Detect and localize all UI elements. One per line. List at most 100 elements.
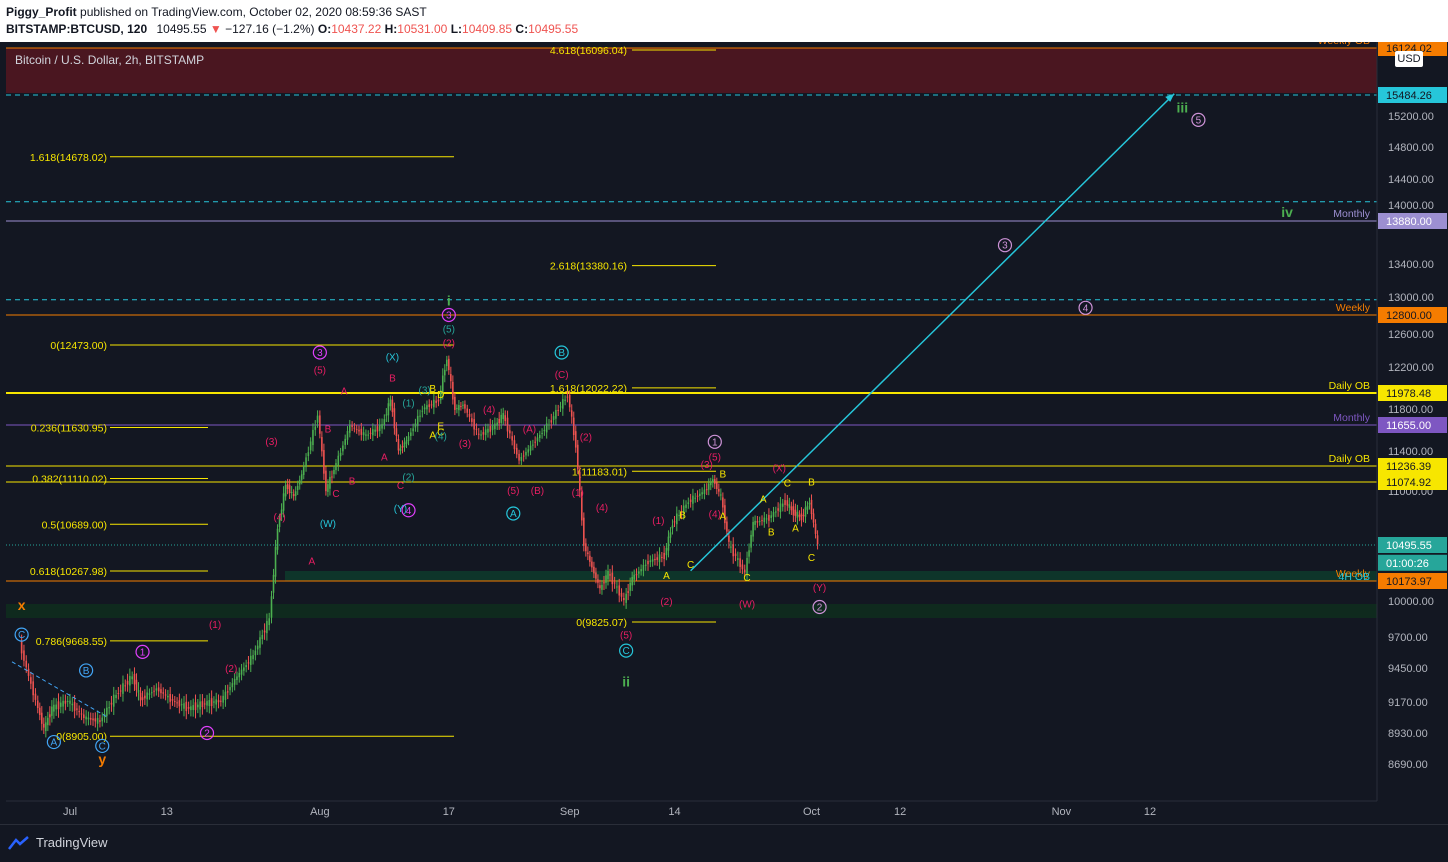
wave-label: y [98,751,106,767]
candle-body [305,457,307,468]
wave-label: A [792,523,799,534]
candle-body [473,419,475,430]
candle-body [572,417,575,436]
candle-body [692,495,694,504]
level-label: Monthly [1333,208,1371,220]
price-tick-label: 14800.00 [1388,142,1434,154]
wave-label: 1 [712,437,718,448]
candle-body [468,413,471,417]
candle-body [696,495,699,497]
wave-label: A [341,386,348,397]
fib-label: 2.618(13380.16) [550,261,627,273]
candle-body [599,585,601,589]
candle-body [452,381,454,400]
price-tick-label: 14000.00 [1388,200,1434,212]
candle-body [148,693,151,695]
price-tick-label: 11400.00 [1388,446,1433,458]
wave-label: (B) [531,486,544,497]
candle-body [520,456,523,461]
candle-body [574,431,577,448]
wave-label: ii [622,674,630,690]
candle-body [609,574,611,576]
candle-body [300,474,303,480]
price-tick-label: 9700.00 [1388,632,1428,644]
candle-body [527,449,530,453]
candle-body [518,453,520,461]
candle-body [454,396,456,410]
candle-body [689,499,692,502]
wave-label: A [510,509,517,520]
candle-body [376,426,379,432]
candle-body [763,517,766,523]
candle-body [87,717,90,720]
wave-label: (5) [443,324,455,335]
candle-body [393,408,396,429]
level-label: 4H OB [1338,571,1370,583]
candle-body [627,591,629,593]
candle-body [792,506,795,516]
candle-body [276,528,279,550]
candle-body [249,655,252,665]
candle-body [288,485,291,494]
candle-body [213,701,215,703]
wave-label: B [558,348,565,359]
candle-body [217,700,220,703]
candle-body [480,434,482,436]
candle-body [601,584,603,590]
candle-body [314,426,317,430]
candle-body [541,432,543,434]
time-tick-label: 13 [161,806,173,818]
candle-body [369,432,372,434]
candle-body [482,432,485,435]
candle-body [754,520,756,525]
candle-body [169,694,171,702]
candle-body [412,428,414,432]
fib-label: 4.618(16096.04) [550,45,627,57]
candle-body [788,504,791,508]
candle-body [500,414,503,423]
wave-label: A [51,738,58,749]
candle-body [671,525,674,529]
candle-body [220,700,222,702]
candle-body [475,428,478,430]
currency-selector[interactable]: USD [1395,51,1423,67]
candle-body [506,417,509,432]
tradingview-logo[interactable]: TradingView [8,835,108,850]
wave-label: (C) [555,370,569,381]
candle-body [709,481,712,486]
candle-body [247,662,250,664]
plot-background [6,42,1377,797]
candle-body [779,503,782,512]
publish-header: Piggy_Profit published on TradingView.co… [0,0,1448,42]
candle-body [784,500,786,505]
wave-label: B [679,511,686,522]
candle-body [446,359,448,367]
level-label: Weekly [1336,302,1371,314]
candle-body [309,441,312,451]
wave-label: (W) [739,599,755,610]
wave-label: iv [1281,204,1293,220]
candle-body [676,513,678,525]
candle-body [421,410,424,412]
wave-label: 3 [317,348,323,359]
candle-body [808,502,811,505]
candle-body [629,582,631,591]
candle-body [38,707,41,715]
candle-body [640,569,642,572]
time-tick-label: 12 [1144,806,1156,818]
candle-body [796,511,799,518]
wave-label: C [687,560,694,571]
price-chart[interactable]: Weekly OBMonthlyWeeklyDaily OBMonthlyDai… [0,0,1448,861]
wave-label: (Y) [394,504,407,515]
high-value: 10531.00 [397,22,448,36]
candle-body [705,489,708,491]
candle-body [57,701,60,710]
candle-body [367,434,370,436]
candle-body [256,645,259,650]
candle-body [210,698,213,707]
candle-body [290,492,293,494]
chart-title: Bitcoin / U.S. Dollar, 2h, BITSTAMP [15,53,205,67]
candle-body [605,575,607,583]
candle-body [703,489,706,495]
candle-body [732,544,735,557]
